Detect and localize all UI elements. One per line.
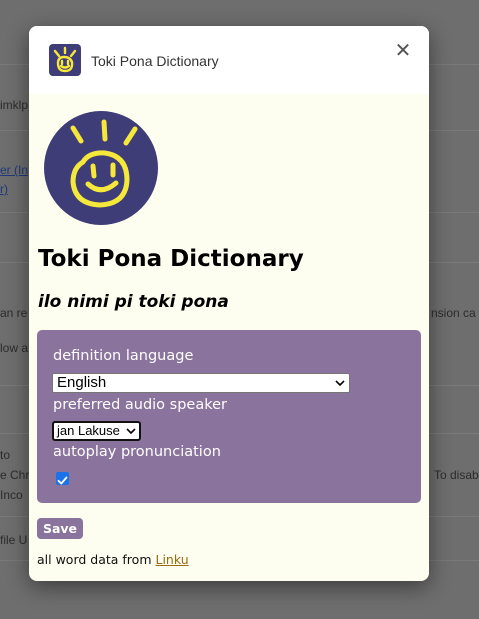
chevron-down-icon	[335, 380, 345, 387]
definition-language-value: English	[57, 374, 107, 391]
background-text: file U	[0, 533, 28, 547]
attribution-text: all word data from	[37, 552, 156, 567]
dialog-header-title: Toki Pona Dictionary	[91, 53, 219, 69]
audio-speaker-select[interactable]: jan Lakuse	[52, 421, 141, 441]
close-icon: ✕	[394, 38, 412, 62]
page-subtitle: ilo nimi pi toki pona	[38, 292, 229, 312]
toki-pona-logo	[44, 111, 158, 225]
autoplay-label: autoplay pronunciation	[53, 444, 221, 460]
audio-speaker-value: jan Lakuse	[57, 423, 120, 438]
dictionary-dialog: Toki Pona Dictionary ✕ Toki Pona Diction…	[29, 26, 429, 581]
page-title: Toki Pona Dictionary	[38, 246, 304, 272]
linku-link[interactable]: Linku	[155, 552, 188, 567]
definition-language-select[interactable]: English	[52, 373, 350, 393]
background-text: Inco	[0, 488, 23, 502]
close-button[interactable]: ✕	[391, 38, 415, 62]
background-text: low a	[0, 341, 29, 355]
dialog-header: Toki Pona Dictionary ✕	[29, 26, 429, 94]
background-text: an re	[0, 306, 28, 320]
audio-speaker-label: preferred audio speaker	[53, 397, 227, 413]
background-text: imklp	[0, 98, 29, 112]
background-link: r)	[0, 182, 8, 196]
toki-pona-sun-icon	[49, 44, 81, 76]
background-text: To disab	[434, 468, 479, 482]
background-text: nsion ca	[431, 306, 476, 320]
background-link: er (In	[0, 163, 29, 177]
autoplay-checkbox[interactable]	[56, 472, 69, 485]
chevron-down-icon	[126, 428, 136, 435]
definition-language-label: definition language	[53, 348, 194, 364]
attribution-footer: all word data from Linku	[37, 552, 189, 567]
background-text: e Chr	[0, 468, 30, 482]
background-text: to	[0, 448, 11, 462]
save-button[interactable]: Save	[37, 518, 83, 539]
settings-panel: definition language English preferred au…	[37, 330, 421, 503]
checkmark-icon	[57, 476, 68, 485]
